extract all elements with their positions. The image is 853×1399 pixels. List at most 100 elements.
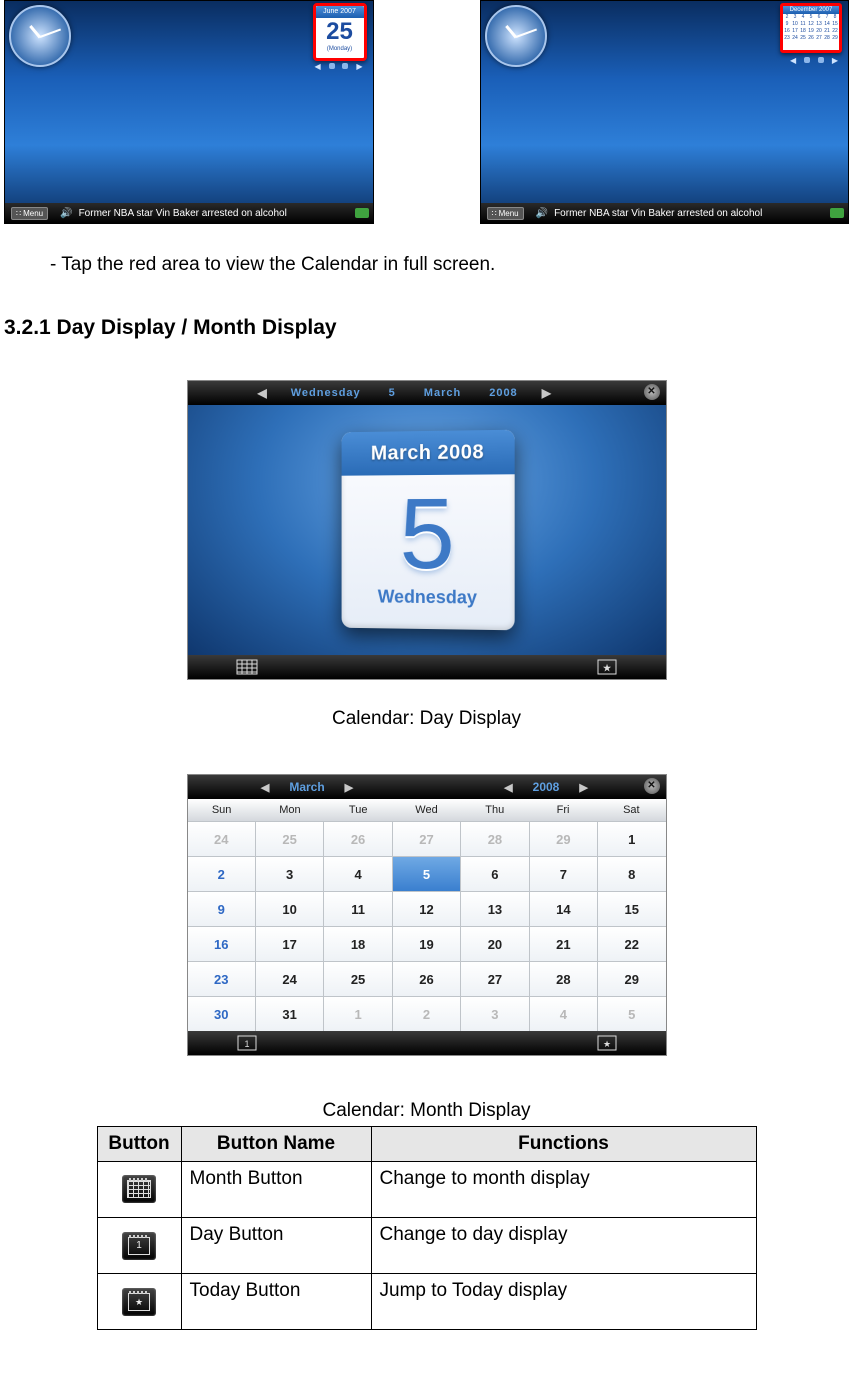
date-cell[interactable]: 20 bbox=[461, 927, 528, 961]
date-cell[interactable]: 28 bbox=[461, 822, 528, 856]
day-card: March 2008 5 Wednesday bbox=[341, 430, 514, 631]
caption-month: Calendar: Month Display bbox=[4, 1100, 849, 1122]
today-button[interactable]: ★ bbox=[596, 1034, 618, 1052]
prev-year-button[interactable]: ◀ bbox=[504, 781, 512, 794]
mini-day-cell: 3 bbox=[791, 14, 799, 21]
mini-day-cell: 20 bbox=[815, 28, 823, 35]
date-cell[interactable]: 26 bbox=[324, 822, 391, 856]
date-cell[interactable]: 5 bbox=[393, 857, 460, 891]
topbar-dow: Wednesday bbox=[277, 387, 375, 399]
chevron-left-icon[interactable]: ◀ bbox=[790, 56, 796, 65]
date-cell[interactable]: 3 bbox=[256, 857, 323, 891]
mini-day-cell: 12 bbox=[807, 21, 815, 28]
date-cell[interactable]: 24 bbox=[256, 962, 323, 996]
mini-day-cell: 4 bbox=[799, 14, 807, 21]
dow-cell: Mon bbox=[256, 804, 324, 816]
menu-button[interactable]: ∷ Menu bbox=[487, 207, 524, 220]
speaker-icon[interactable]: 🔊 bbox=[536, 208, 548, 219]
month-icon bbox=[122, 1175, 156, 1203]
date-cell[interactable]: 27 bbox=[461, 962, 528, 996]
date-cell[interactable]: 12 bbox=[393, 892, 460, 926]
screenshot-row: June 2007 25 (Monday) ◀ ▶ ∷ Menu 🔊 Forme… bbox=[4, 0, 849, 224]
date-cell[interactable]: 21 bbox=[530, 927, 597, 961]
date-cell[interactable]: 15 bbox=[598, 892, 665, 926]
date-cell[interactable]: 26 bbox=[393, 962, 460, 996]
mini-day-cell: 23 bbox=[783, 35, 791, 42]
dow-cell: Tue bbox=[324, 804, 392, 816]
widget-pager[interactable]: ◀ ▶ bbox=[786, 55, 842, 65]
pager-dot bbox=[342, 63, 348, 69]
date-cell[interactable]: 31 bbox=[256, 997, 323, 1031]
date-cell[interactable]: 19 bbox=[393, 927, 460, 961]
mini-day-cell: 19 bbox=[807, 28, 815, 35]
date-cell[interactable]: 22 bbox=[598, 927, 665, 961]
close-button[interactable]: ✕ bbox=[644, 778, 660, 794]
day-view-button[interactable]: 1 bbox=[236, 1034, 258, 1052]
mini-day-cell: 5 bbox=[807, 14, 815, 21]
date-cell[interactable]: 4 bbox=[530, 997, 597, 1031]
date-cell[interactable]: 28 bbox=[530, 962, 597, 996]
date-cell[interactable]: 3 bbox=[461, 997, 528, 1031]
taskbar-end-icon[interactable] bbox=[355, 208, 369, 218]
date-cell[interactable]: 13 bbox=[461, 892, 528, 926]
calendar-day-widget[interactable]: June 2007 25 (Monday) bbox=[313, 3, 367, 61]
next-day-button[interactable]: ▶ bbox=[532, 386, 561, 400]
date-cell[interactable]: 17 bbox=[256, 927, 323, 961]
date-cell[interactable]: 27 bbox=[393, 822, 460, 856]
next-month-button[interactable]: ▶ bbox=[345, 781, 353, 794]
date-cell[interactable]: 14 bbox=[530, 892, 597, 926]
date-cell[interactable]: 7 bbox=[530, 857, 597, 891]
menu-button[interactable]: ∷ Menu bbox=[11, 207, 48, 220]
svg-text:★: ★ bbox=[602, 663, 611, 673]
menu-icon: ∷ bbox=[492, 209, 497, 218]
date-cell[interactable]: 24 bbox=[188, 822, 255, 856]
month-label: March bbox=[289, 780, 324, 794]
screenshot-right: December 2007 23456789101112131415161718… bbox=[480, 0, 850, 224]
chevron-right-icon[interactable]: ▶ bbox=[356, 62, 362, 71]
date-cell[interactable]: 23 bbox=[188, 962, 255, 996]
speaker-icon[interactable]: 🔊 bbox=[60, 208, 72, 219]
mini-day-cell: 16 bbox=[783, 28, 791, 35]
date-cell[interactable]: 2 bbox=[393, 997, 460, 1031]
button-table: Button Button Name Functions Month Butto… bbox=[97, 1126, 757, 1330]
clock-widget bbox=[485, 5, 547, 67]
day-display-body: March 2008 5 Wednesday bbox=[188, 405, 666, 655]
day-icon bbox=[122, 1232, 156, 1260]
date-cell[interactable]: 6 bbox=[461, 857, 528, 891]
month-view-button[interactable] bbox=[236, 658, 258, 676]
date-cell[interactable]: 11 bbox=[324, 892, 391, 926]
taskbar-end-icon[interactable] bbox=[830, 208, 844, 218]
widget-header: June 2007 bbox=[316, 6, 364, 18]
date-cell[interactable]: 1 bbox=[324, 997, 391, 1031]
dow-cell: Fri bbox=[529, 804, 597, 816]
section-heading: 3.2.1 Day Display / Month Display bbox=[4, 316, 849, 340]
th-name: Button Name bbox=[181, 1127, 371, 1162]
calendar-month-widget[interactable]: December 2007 23456789101112131415161718… bbox=[780, 3, 842, 53]
today-button[interactable]: ★ bbox=[596, 658, 618, 676]
next-year-button[interactable]: ▶ bbox=[579, 781, 587, 794]
date-cell[interactable]: 25 bbox=[324, 962, 391, 996]
date-cell[interactable]: 30 bbox=[188, 997, 255, 1031]
date-cell[interactable]: 8 bbox=[598, 857, 665, 891]
date-cell[interactable]: 29 bbox=[530, 822, 597, 856]
mini-day-cell: 10 bbox=[791, 21, 799, 28]
date-cell[interactable]: 18 bbox=[324, 927, 391, 961]
date-cell[interactable]: 1 bbox=[598, 822, 665, 856]
date-cell[interactable]: 9 bbox=[188, 892, 255, 926]
date-cell[interactable]: 10 bbox=[256, 892, 323, 926]
date-cell[interactable]: 29 bbox=[598, 962, 665, 996]
pager-dot bbox=[804, 57, 810, 63]
date-cell[interactable]: 25 bbox=[256, 822, 323, 856]
prev-day-button[interactable]: ◀ bbox=[248, 386, 277, 400]
widget-pager[interactable]: ◀ ▶ bbox=[311, 61, 367, 71]
date-cell[interactable]: 5 bbox=[598, 997, 665, 1031]
mini-day-cell: 29 bbox=[831, 35, 839, 42]
date-cell[interactable]: 2 bbox=[188, 857, 255, 891]
date-cell[interactable]: 16 bbox=[188, 927, 255, 961]
prev-month-button[interactable]: ◀ bbox=[261, 781, 269, 794]
date-cell[interactable]: 4 bbox=[324, 857, 391, 891]
dow-cell: Wed bbox=[392, 804, 460, 816]
chevron-left-icon[interactable]: ◀ bbox=[314, 62, 320, 71]
close-button[interactable]: ✕ bbox=[644, 384, 660, 400]
chevron-right-icon[interactable]: ▶ bbox=[832, 56, 838, 65]
